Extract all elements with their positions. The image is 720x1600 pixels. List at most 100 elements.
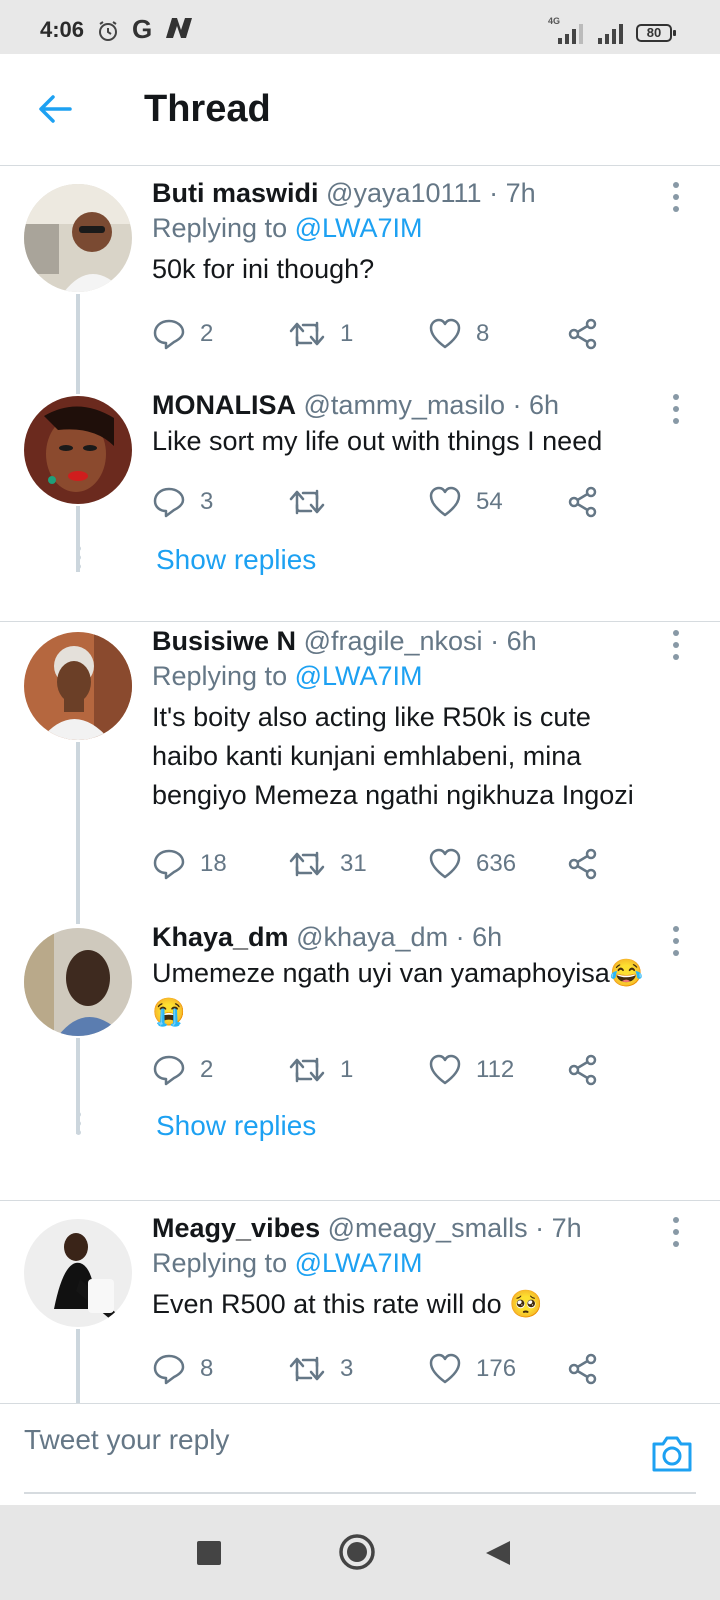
reply-button[interactable]: 3 [152, 482, 213, 522]
retweet-icon [289, 489, 325, 515]
replying-to: Replying to @LWA7IM [152, 658, 692, 694]
reply-count: 2 [200, 1056, 214, 1083]
recents-icon[interactable] [196, 1540, 222, 1566]
reply-icon [153, 1354, 185, 1385]
tweet-body: Meagy_vibes @meagy_smalls · 7h Replying … [152, 1211, 692, 1324]
android-nav-bar [0, 1505, 720, 1600]
share-icon [568, 318, 597, 350]
replying-label: Replying to [152, 661, 288, 691]
like-button[interactable]: 54 [428, 482, 503, 522]
tweet-body: Khaya_dm @khaya_dm · 6h Umemeze ngath uy… [152, 920, 692, 1032]
author-name[interactable]: Buti maswidi [152, 178, 319, 208]
reply-input[interactable]: Tweet your reply [24, 1424, 229, 1456]
tweet-actions: 8 3 176 [152, 1349, 622, 1389]
replying-to: Replying to @LWA7IM [152, 1245, 692, 1281]
home-icon[interactable] [338, 1533, 376, 1571]
reply-button[interactable]: 2 [152, 314, 213, 354]
tweet-text: Like sort my life out with things I need [152, 426, 603, 456]
back-arrow-icon[interactable] [36, 90, 74, 128]
retweet-count: 3 [340, 1355, 354, 1382]
reply-count: 3 [200, 488, 214, 515]
tweet-time: · 7h [535, 1213, 582, 1243]
retweet-button[interactable]: 3 [288, 1349, 353, 1389]
show-replies-link[interactable]: Show replies [156, 544, 316, 576]
like-count: 112 [476, 1056, 515, 1083]
mention-link[interactable]: @LWA7IM [295, 1248, 423, 1278]
retweet-count: 1 [340, 320, 354, 347]
reply-count: 18 [200, 850, 227, 877]
retweet-button[interactable]: 1 [288, 314, 353, 354]
share-icon [568, 848, 597, 880]
like-button[interactable]: 176 [428, 1349, 516, 1389]
tweet-header: Buti maswidi @yaya10111 · 7h [152, 176, 692, 210]
tweet-header: Khaya_dm @khaya_dm · 6h [152, 920, 692, 954]
tweet-time: · 6h [490, 626, 537, 656]
like-button[interactable]: 112 [428, 1050, 514, 1090]
signal-icon [558, 24, 583, 44]
retweet-button[interactable] [288, 482, 340, 522]
more-options-icon[interactable] [672, 182, 680, 218]
share-button[interactable] [566, 844, 600, 884]
reply-button[interactable]: 18 [152, 844, 227, 884]
share-icon [568, 486, 597, 518]
reply-icon [153, 849, 185, 880]
avatar[interactable] [24, 1219, 132, 1327]
reply-count: 8 [200, 1355, 214, 1382]
like-button[interactable]: 636 [428, 844, 516, 884]
camera-icon[interactable] [650, 1434, 694, 1474]
reply-count: 2 [200, 320, 214, 347]
share-icon [568, 1353, 597, 1385]
more-options-icon[interactable] [672, 926, 680, 962]
tweet-text: It's boity also acting like R50k is cute… [152, 698, 692, 815]
tweet-actions: 2 1 112 [152, 1050, 622, 1090]
retweet-button[interactable]: 31 [288, 844, 367, 884]
more-replies-dots [74, 1112, 82, 1139]
tweet-text-emoji: 😭 [152, 997, 186, 1027]
heart-icon [429, 318, 461, 349]
retweet-count: 31 [340, 850, 367, 877]
tweet-text-line: It's boity also acting like R50k is cute [152, 702, 591, 732]
tweet-text: Umemeze ngath uyi van yamaphoyisa😂 [152, 958, 644, 988]
tweet-body: MONALISA @tammy_masilo · 6h Like sort my… [152, 388, 692, 461]
retweet-button[interactable]: 1 [288, 1050, 353, 1090]
avatar[interactable] [24, 184, 132, 292]
tweet-text-line: bengiyo Memeza ngathi ngikhuza Ingozi [152, 780, 634, 810]
avatar[interactable] [24, 632, 132, 740]
replying-to: Replying to @LWA7IM [152, 210, 692, 246]
more-options-icon[interactable] [672, 1217, 680, 1253]
author-name[interactable]: Busisiwe N [152, 626, 296, 656]
share-button[interactable] [566, 1349, 600, 1389]
show-replies-link[interactable]: Show replies [156, 1110, 316, 1142]
thread-feed[interactable]: Buti maswidi @yaya10111 · 7h Replying to… [0, 166, 720, 1403]
share-button[interactable] [566, 482, 600, 522]
author-name[interactable]: Meagy_vibes [152, 1213, 320, 1243]
mention-link[interactable]: @LWA7IM [295, 213, 423, 243]
share-button[interactable] [566, 1050, 600, 1090]
reply-button[interactable]: 8 [152, 1349, 213, 1389]
page-title: Thread [144, 88, 271, 130]
author-handle: @meagy_smalls [327, 1213, 528, 1243]
avatar[interactable] [24, 928, 132, 1036]
share-button[interactable] [566, 314, 600, 354]
author-name[interactable]: MONALISA [152, 390, 296, 420]
like-count: 54 [476, 488, 503, 515]
avatar[interactable] [24, 396, 132, 504]
mention-link[interactable]: @LWA7IM [295, 661, 423, 691]
divider [0, 621, 720, 622]
author-handle: @fragile_nkosi [303, 626, 483, 656]
more-options-icon[interactable] [672, 394, 680, 430]
retweet-icon [289, 851, 325, 877]
like-button[interactable]: 8 [428, 314, 489, 354]
thread-connector [76, 294, 80, 394]
more-options-icon[interactable] [672, 630, 680, 666]
thread-connector [76, 1329, 80, 1403]
reply-icon [153, 319, 185, 350]
tweet-time: · 6h [455, 922, 503, 952]
carrier-g-icon: G [132, 14, 153, 44]
back-nav-icon[interactable] [484, 1539, 512, 1567]
reply-button[interactable]: 2 [152, 1050, 213, 1090]
tweet-text: Even R500 at this rate will do 🥺 [152, 1289, 543, 1319]
replying-label: Replying to [152, 1248, 288, 1278]
author-name[interactable]: Khaya_dm [152, 922, 289, 952]
tweet-header: Meagy_vibes @meagy_smalls · 7h [152, 1211, 692, 1245]
